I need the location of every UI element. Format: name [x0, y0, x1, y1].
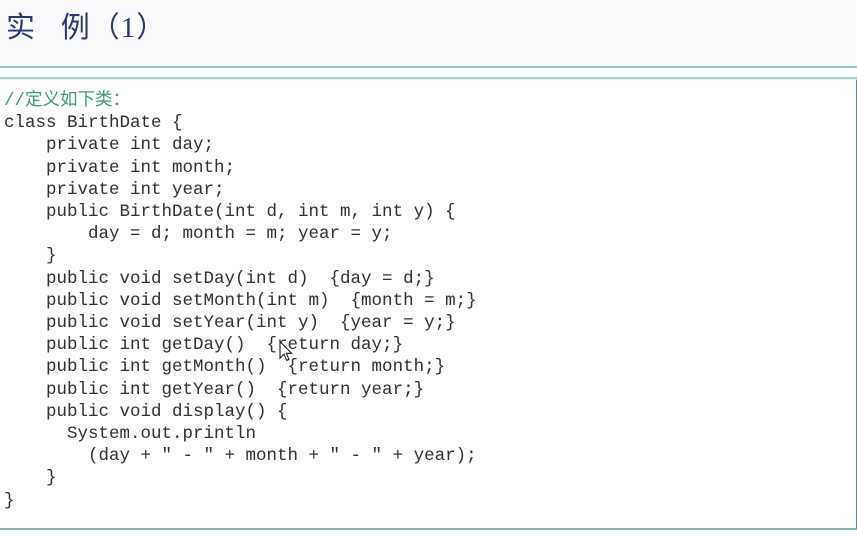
code-line: private int day; [4, 135, 215, 156]
code-line: public void setYear(int y) {year = y;} [4, 313, 456, 334]
code-line: public void setDay(int d) {day = d;} [4, 268, 435, 289]
code-line: (day + " - " + month + " - " + year); [4, 446, 477, 467]
code-line: } [4, 468, 57, 489]
code-line: public int getMonth() {return month;} [4, 357, 446, 378]
code-line: public void display() { [4, 401, 288, 422]
code-line: } [4, 246, 57, 267]
code-line: class BirthDate { [4, 113, 183, 134]
code-line: private int month; [4, 157, 236, 178]
page-title: 实 例（1） [6, 12, 167, 44]
code-line: public int getDay() {return day;} [4, 335, 404, 356]
code-line: public void setMonth(int m) {month = m;} [4, 290, 477, 311]
code-line: System.out.println [4, 424, 257, 445]
code-line: } [4, 490, 15, 511]
code-line: public BirthDate(int d, int m, int y) { [4, 202, 456, 223]
code-block-panel: //定义如下类： class BirthDate { private int da… [0, 79, 857, 530]
code-comment-line: //定义如下类： [4, 91, 131, 111]
title-divider-upper [0, 66, 857, 68]
code-listing: //定义如下类： class BirthDate { private int da… [4, 90, 856, 512]
slide-canvas: 实 例（1） //定义如下类： class BirthDate { private… [0, 0, 857, 537]
code-line: day = d; month = m; year = y; [4, 224, 393, 245]
code-line: private int year; [4, 179, 225, 200]
code-line: public int getYear() {return year;} [4, 379, 425, 400]
